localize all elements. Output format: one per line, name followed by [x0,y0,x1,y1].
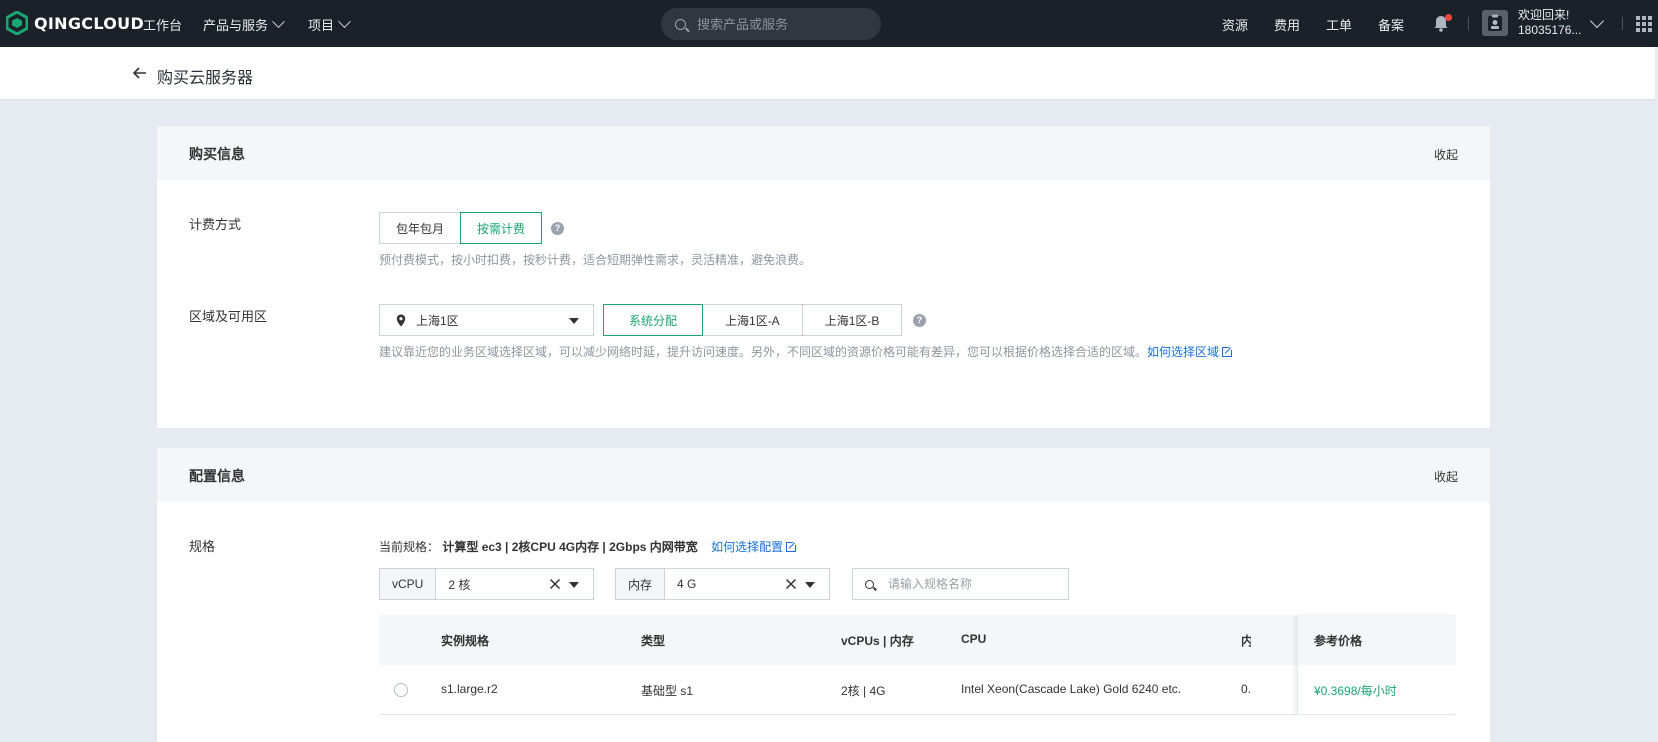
global-search-input[interactable] [697,16,867,32]
region-help-link[interactable]: 如何选择区域 [1147,345,1235,359]
clear-icon[interactable] [785,578,797,590]
nav-projects-label: 项目 [308,18,335,33]
page-title: 购买云服务器 [157,70,254,87]
config-info-card: 配置信息 收起 规格 当前规格： 计算型 ec3 | 2核CPU 4G内存 | … [157,448,1490,742]
vcpu-filter[interactable]: vCPU 2 核 [379,568,594,600]
col-cpu: CPU [961,632,987,646]
card-title: 购买信息 [189,146,245,162]
collapse-button[interactable]: 收起 [1434,146,1458,163]
region-help-link-label: 如何选择区域 [1147,345,1220,359]
help-icon[interactable]: ? [551,222,564,235]
memory-filter-value: 4 G [677,577,697,591]
purchase-info-card: 购买信息 收起 计费方式 包年包月 按需计费 ? 预付费模式，按小时扣费，按秒计… [157,126,1490,428]
row-cpu: Intel Xeon(Cascade Lake) Gold 6240 etc. [961,682,1182,696]
nav-filing[interactable]: 备案 [1378,15,1404,34]
nav-divider [1622,17,1623,30]
zone-option-a[interactable]: 上海1区-A [702,304,803,336]
chevron-down-icon [272,15,285,29]
col-type: 类型 [641,634,666,648]
current-spec-prefix: 当前规格： [379,540,440,554]
region-hint-text: 建议靠近您的业务区域选择区域，可以减少网络时延，提升访问速度。另外，不同区域的资… [379,345,1148,359]
vcpu-filter-value: 2 核 [448,577,471,592]
billing-method-selector: 包年包月 按需计费 [379,212,543,244]
top-nav: QINGCLOUD 工作台 产品与服务 项目 资源 费用 工单 备案 欢迎回来!… [0,0,1658,47]
billing-option-on-demand[interactable]: 按需计费 [460,212,543,244]
card-header: 配置信息 收起 [157,448,1490,502]
caret-down-icon [569,318,579,324]
spec-search-input[interactable] [888,577,1058,591]
nav-tickets[interactable]: 工单 [1326,15,1352,34]
billing-method-label: 计费方式 [189,217,242,232]
memory-filter-label: 内存 [616,569,666,599]
page-header: 购买云服务器 [0,47,1655,100]
chevron-down-icon[interactable] [1589,13,1605,29]
nav-projects[interactable]: 项目 [308,15,351,34]
search-icon [675,18,686,30]
table-header: 实例规格 类型 vCPUs | 内存 CPU 内 参考价格 [379,615,1456,665]
current-spec-value: 计算型 ec3 | 2核CPU 4G内存 | 2Gbps 内网带宽 [442,540,698,554]
qingcloud-logo-icon [6,11,28,35]
chevron-down-icon [338,15,351,29]
billing-option-subscription[interactable]: 包年包月 [379,212,462,244]
location-pin-icon [396,314,406,326]
col-spec: 实例规格 [441,634,490,648]
region-select[interactable]: 上海1区 [379,304,594,336]
user-badge-icon [1488,14,1502,31]
nav-divider [1468,17,1469,30]
row-spec: s1.large.r2 [441,682,498,696]
table-row[interactable]: s1.large.r2 基础型 s1 2核 | 4G Intel Xeon(Ca… [379,665,1456,715]
memory-filter[interactable]: 内存 4 G [615,568,830,600]
welcome-text: 欢迎回来! [1518,8,1570,22]
nav-workbench[interactable]: 工作台 [143,15,182,34]
help-icon[interactable]: ? [913,314,926,327]
billing-hint: 预付费模式，按小时扣费，按秒计费，适合短期弹性需求，灵活精准，避免浪费。 [379,253,812,267]
external-link-icon [1222,345,1235,357]
nav-workbench-label: 工作台 [143,18,183,33]
region-value: 上海1区 [416,313,459,328]
user-menu[interactable]: 欢迎回来! 18035176... [1518,8,1581,38]
spec-search[interactable] [852,568,1069,600]
row-vcpu-mem: 2核 | 4G [841,684,886,698]
notification-dot [1445,14,1452,21]
spec-table: 实例规格 类型 vCPUs | 内存 CPU 内 参考价格 s1.large.r… [379,615,1456,715]
clear-icon[interactable] [549,578,561,590]
region-label: 区域及可用区 [189,309,268,324]
avatar[interactable] [1482,10,1508,36]
caret-down-icon [805,582,815,588]
card-title: 配置信息 [189,468,245,484]
nav-billing[interactable]: 费用 [1274,15,1300,34]
brand-logo[interactable]: QINGCLOUD [6,11,144,35]
caret-down-icon [569,582,579,588]
nav-resources[interactable]: 资源 [1222,15,1248,34]
spec-help-link[interactable]: 如何选择配置 [711,540,799,554]
current-spec: 当前规格： 计算型 ec3 | 2核CPU 4G内存 | 2Gbps 内网带宽 … [379,538,799,555]
spec-label: 规格 [189,539,216,554]
zone-option-auto[interactable]: 系统分配 [603,304,704,336]
collapse-button[interactable]: 收起 [1434,468,1458,485]
zone-option-b[interactable]: 上海1区-B [801,304,903,336]
app-grid-icon[interactable] [1636,16,1652,32]
zone-selector: 系统分配 上海1区-A 上海1区-B [603,304,903,336]
spec-help-link-label: 如何选择配置 [711,540,784,554]
row-radio[interactable] [394,683,408,697]
price-column-shadow [1297,615,1456,715]
col-partial: 内 [1241,634,1251,648]
back-arrow-icon[interactable] [133,67,147,79]
external-link-icon [786,540,799,552]
brand-name: QINGCLOUD [34,13,145,33]
col-vcpu-mem: vCPUs | 内存 [841,634,914,648]
row-partial: 0. [1241,682,1251,696]
card-header: 购买信息 收起 [157,126,1490,180]
region-hint: 建议靠近您的业务区域选择区域，可以减少网络时延，提升访问速度。另外，不同区域的资… [379,343,1235,360]
vcpu-filter-label: vCPU [380,569,437,599]
global-search[interactable] [661,8,881,40]
user-id: 18035176... [1518,23,1582,37]
nav-products[interactable]: 产品与服务 [203,15,285,34]
search-icon [865,579,874,589]
row-type: 基础型 s1 [641,684,694,698]
nav-products-label: 产品与服务 [203,18,269,33]
